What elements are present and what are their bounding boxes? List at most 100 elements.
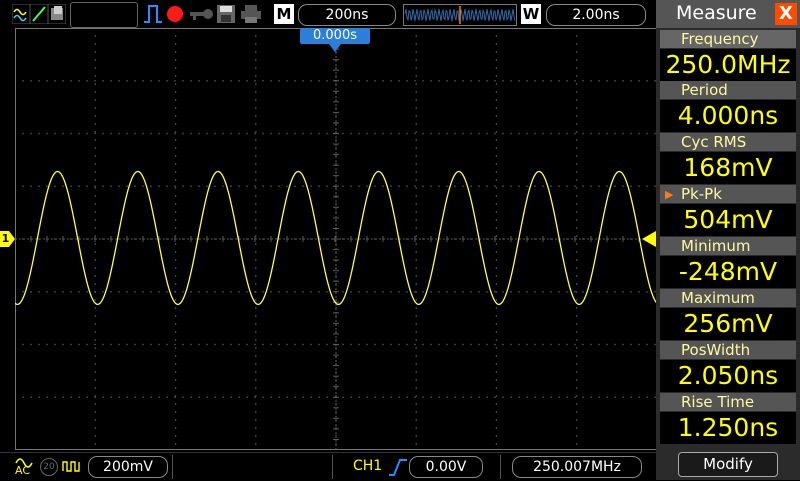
window-badge[interactable]: W [521, 4, 541, 24]
grid-dot [94, 443, 96, 445]
measure-label-pk-pk[interactable]: Pk-Pk [660, 185, 796, 203]
grid-dot [158, 396, 160, 398]
grid-dot [118, 396, 120, 398]
grid-dot [255, 227, 257, 229]
waveform-display [15, 28, 657, 450]
measure-label-maximum[interactable]: Maximum [660, 289, 796, 307]
close-icon[interactable]: X [775, 3, 797, 25]
grid-dot [406, 185, 408, 187]
measure-label-cyc-rms[interactable]: Cyc RMS [660, 133, 796, 151]
grid-dot [495, 179, 498, 181]
grid-dot [494, 396, 496, 398]
grid-dot [174, 363, 177, 365]
grid-dot [54, 396, 56, 398]
grid-dot [78, 291, 80, 293]
grid-dot [495, 171, 498, 173]
grid-dot [495, 315, 498, 317]
trigger-edge-icon[interactable] [142, 4, 164, 24]
grid-dot [598, 343, 600, 346]
volts-per-div-display[interactable]: 200mV [88, 456, 168, 478]
grid-dot [78, 396, 80, 398]
grid-dot [270, 185, 272, 187]
print-icon[interactable] [240, 4, 262, 24]
modify-button[interactable]: Modify [678, 452, 778, 477]
grid-dot [646, 80, 648, 82]
grid-dot [70, 185, 72, 187]
timebase-display[interactable]: 200ns [298, 4, 396, 26]
grid-dot [255, 83, 257, 85]
grid-dot [255, 419, 257, 421]
bandwidth-limit-icon[interactable]: 20 [40, 458, 58, 476]
grid-dot [326, 80, 328, 82]
grid-dot [190, 80, 192, 82]
mode-badge[interactable]: M [274, 4, 294, 24]
run-stop-icon[interactable] [166, 5, 186, 25]
trigger-source-label[interactable]: CH1 [353, 458, 382, 474]
measure-value-poswidth: 2.050ns [660, 360, 796, 392]
grid-dot [358, 80, 360, 82]
grid-dot [576, 179, 578, 181]
save-icon[interactable] [216, 4, 236, 24]
grid-dot [590, 396, 592, 398]
grid-dot [558, 291, 560, 293]
measure-label-poswidth[interactable]: PosWidth [660, 341, 796, 359]
grid-dot [390, 185, 392, 187]
grid-dot [415, 387, 417, 389]
grid-dot [446, 132, 448, 135]
grid-dot [286, 185, 288, 187]
grid-dot [94, 435, 96, 437]
grid-dot [198, 291, 200, 293]
trigger-level-display[interactable]: 0.00V [409, 456, 483, 478]
grid-dot [255, 387, 257, 389]
grid-dot [558, 343, 560, 346]
grid-dot [94, 291, 96, 293]
grid-dot [414, 185, 416, 187]
grid-dot [174, 435, 177, 437]
display-mode-icon[interactable] [12, 4, 66, 24]
measure-label-frequency[interactable]: Frequency [660, 30, 796, 48]
grid-dot [46, 291, 48, 293]
grid-dot [415, 187, 417, 189]
window-value-display[interactable]: 2.00ns [546, 4, 646, 26]
grid-dot [542, 291, 544, 293]
measure-label-rise-time[interactable]: Rise Time [660, 393, 796, 411]
grid-dot [495, 323, 498, 325]
grid-dot [470, 132, 472, 135]
grid-dot [94, 395, 96, 397]
measure-label-minimum[interactable]: Minimum [660, 237, 796, 255]
grid-dot [94, 195, 96, 197]
grid-dot [310, 343, 312, 346]
grid-dot [366, 80, 368, 82]
grid-dot [494, 80, 496, 82]
grid-dot [94, 219, 96, 221]
rising-edge-icon[interactable] [388, 457, 408, 477]
grid-dot [326, 343, 328, 346]
grid-dot [70, 80, 72, 82]
grid-dot [534, 132, 536, 135]
grid-dot [22, 343, 24, 346]
memory-window-strip[interactable] [403, 4, 517, 26]
grid-dot [30, 185, 32, 187]
grid-dot [574, 343, 576, 346]
grid-dot [110, 396, 112, 398]
trigger-level-marker[interactable] [641, 231, 657, 247]
grid-dot [310, 185, 312, 187]
grid-dot [566, 185, 568, 187]
measure-label-period[interactable]: Period [660, 81, 796, 99]
grid-dot [574, 185, 576, 187]
grid-dot [430, 343, 432, 346]
probe-invert-icon[interactable] [62, 459, 82, 475]
measure-value-pk-pk: 504mV [660, 204, 796, 236]
grid-dot [470, 291, 472, 293]
grid-dot [230, 396, 232, 398]
grid-dot [430, 396, 432, 398]
grid-dot [398, 343, 400, 346]
grid-dot [454, 185, 456, 187]
grid-dot [566, 132, 568, 135]
grid-dot [30, 396, 32, 398]
grid-dot [438, 80, 440, 82]
grid-dot [142, 80, 144, 82]
bottom-status-bar: AC 20 200mV CH1 0.00V 250.007MHz [0, 452, 656, 481]
grid-dot [646, 132, 648, 135]
grid-dot [502, 396, 504, 398]
